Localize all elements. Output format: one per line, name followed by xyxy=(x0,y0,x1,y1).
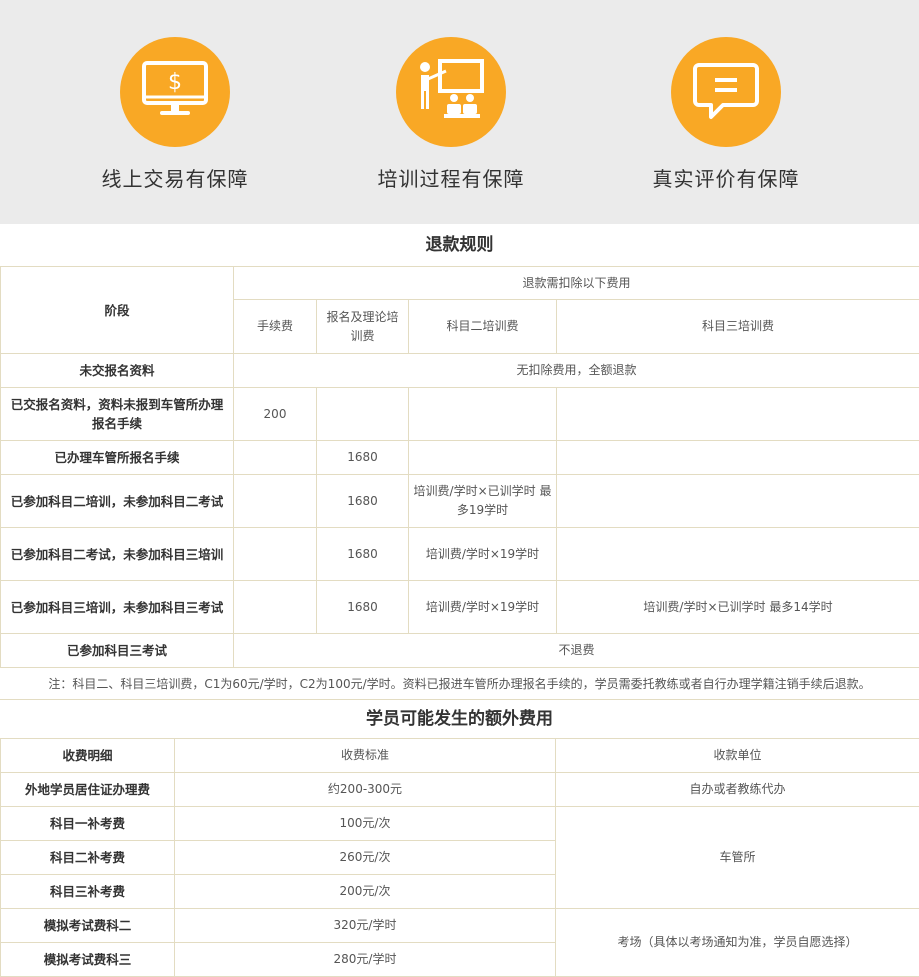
standard-cell: 约200-300元 xyxy=(175,773,556,807)
stage-cell: 未交报名资料 xyxy=(1,354,234,388)
guarantee-item-transaction: $ 线上交易有保障 xyxy=(55,37,295,192)
header-item: 收费明细 xyxy=(1,739,175,773)
table-row: 外地学员居住证办理费 约200-300元 自办或者教练代办 xyxy=(1,773,919,807)
fee-cell xyxy=(234,528,317,581)
extra-title: 学员可能发生的额外费用 xyxy=(0,700,919,738)
span-cell: 不退费 xyxy=(234,634,919,668)
item-cell: 科目三补考费 xyxy=(1,875,175,909)
monitor-dollar-icon: $ xyxy=(136,53,214,131)
table-row: 已参加科目二考试，未参加科目三培训 1680 培训费/学时×19学时 xyxy=(1,528,919,581)
k2-cell: 培训费/学时×19学时 xyxy=(409,528,557,581)
standard-cell: 260元/次 xyxy=(175,841,556,875)
table-row: 已交报名资料，资料未报到车管所办理报名手续 200 xyxy=(1,388,919,441)
k3-cell xyxy=(557,475,919,528)
k2-cell xyxy=(409,388,557,441)
standard-cell: 200元/次 xyxy=(175,875,556,909)
table-row: 模拟考试费科二 320元/学时 考场（具体以考场通知为准，学员自愿选择） xyxy=(1,909,919,943)
guarantee-item-training: 培训过程有保障 xyxy=(331,37,571,192)
reg-cell: 1680 xyxy=(317,528,409,581)
stage-cell: 已参加科目二考试，未参加科目三培训 xyxy=(1,528,234,581)
reg-cell: 1680 xyxy=(317,441,409,475)
guarantee-label: 培训过程有保障 xyxy=(331,163,571,192)
guarantee-circle xyxy=(671,37,781,147)
stage-cell: 已参加科目三培训，未参加科目三考试 xyxy=(1,581,234,634)
item-cell: 科目一补考费 xyxy=(1,807,175,841)
speech-bubble-icon xyxy=(687,53,765,131)
header-k2: 科目二培训费 xyxy=(409,300,557,354)
refund-title: 退款规则 xyxy=(0,224,919,266)
k3-cell: 培训费/学时×已训学时 最多14学时 xyxy=(557,581,919,634)
reg-cell xyxy=(317,388,409,441)
header-unit: 收款单位 xyxy=(556,739,919,773)
table-header-row: 收费明细 收费标准 收款单位 xyxy=(1,739,919,773)
fee-cell xyxy=(234,475,317,528)
table-row: 已办理车管所报名手续 1680 xyxy=(1,441,919,475)
stage-cell: 已参加科目三考试 xyxy=(1,634,234,668)
reg-cell: 1680 xyxy=(317,581,409,634)
table-row: 已参加科目三考试 不退费 xyxy=(1,634,919,668)
header-k3: 科目三培训费 xyxy=(557,300,919,354)
table-row: 科目一补考费 100元/次 车管所 xyxy=(1,807,919,841)
item-cell: 科目二补考费 xyxy=(1,841,175,875)
k2-cell: 培训费/学时×19学时 xyxy=(409,581,557,634)
svg-text:$: $ xyxy=(168,70,182,95)
span-cell: 无扣除费用，全额退款 xyxy=(234,354,919,388)
fee-cell: 200 xyxy=(234,388,317,441)
table-row: 未交报名资料 无扣除费用，全额退款 xyxy=(1,354,919,388)
teacher-board-icon xyxy=(412,53,490,131)
guarantee-item-review: 真实评价有保障 xyxy=(606,37,846,192)
guarantee-circle xyxy=(396,37,506,147)
standard-cell: 100元/次 xyxy=(175,807,556,841)
header-fee: 手续费 xyxy=(234,300,317,354)
item-cell: 模拟考试费科二 xyxy=(1,909,175,943)
table-row: 已参加科目二培训，未参加科目二考试 1680 培训费/学时×已训学时 最多19学… xyxy=(1,475,919,528)
unit-cell: 车管所 xyxy=(556,807,919,909)
unit-cell: 自办或者教练代办 xyxy=(556,773,919,807)
k2-cell xyxy=(409,441,557,475)
refund-table: 阶段 退款需扣除以下费用 手续费 报名及理论培训费 科目二培训费 科目三培训费 … xyxy=(0,266,919,668)
k3-cell xyxy=(557,388,919,441)
guarantee-banner: $ 线上交易有保障 培训过程有保障 xyxy=(0,0,919,224)
fee-cell xyxy=(234,441,317,475)
item-cell: 外地学员居住证办理费 xyxy=(1,773,175,807)
table-header-row: 阶段 退款需扣除以下费用 xyxy=(1,267,919,300)
k2-cell: 培训费/学时×已训学时 最多19学时 xyxy=(409,475,557,528)
header-stage: 阶段 xyxy=(1,267,234,354)
guarantee-label: 真实评价有保障 xyxy=(606,163,846,192)
stage-cell: 已参加科目二培训，未参加科目二考试 xyxy=(1,475,234,528)
extra-fee-table: 收费明细 收费标准 收款单位 外地学员居住证办理费 约200-300元 自办或者… xyxy=(0,738,919,977)
header-reg: 报名及理论培训费 xyxy=(317,300,409,354)
table-row: 已参加科目三培训，未参加科目三考试 1680 培训费/学时×19学时 培训费/学… xyxy=(1,581,919,634)
fee-cell xyxy=(234,581,317,634)
reg-cell: 1680 xyxy=(317,475,409,528)
refund-note: 注：科目二、科目三培训费，C1为60元/学时，C2为100元/学时。资料已报进车… xyxy=(0,668,919,700)
stage-cell: 已交报名资料，资料未报到车管所办理报名手续 xyxy=(1,388,234,441)
stage-cell: 已办理车管所报名手续 xyxy=(1,441,234,475)
k3-cell xyxy=(557,441,919,475)
guarantee-circle: $ xyxy=(120,37,230,147)
header-deduct: 退款需扣除以下费用 xyxy=(234,267,919,300)
standard-cell: 280元/学时 xyxy=(175,943,556,977)
item-cell: 模拟考试费科三 xyxy=(1,943,175,977)
k3-cell xyxy=(557,528,919,581)
unit-cell: 考场（具体以考场通知为准，学员自愿选择） xyxy=(556,909,919,977)
header-standard: 收费标准 xyxy=(175,739,556,773)
standard-cell: 320元/学时 xyxy=(175,909,556,943)
guarantee-label: 线上交易有保障 xyxy=(55,163,295,192)
